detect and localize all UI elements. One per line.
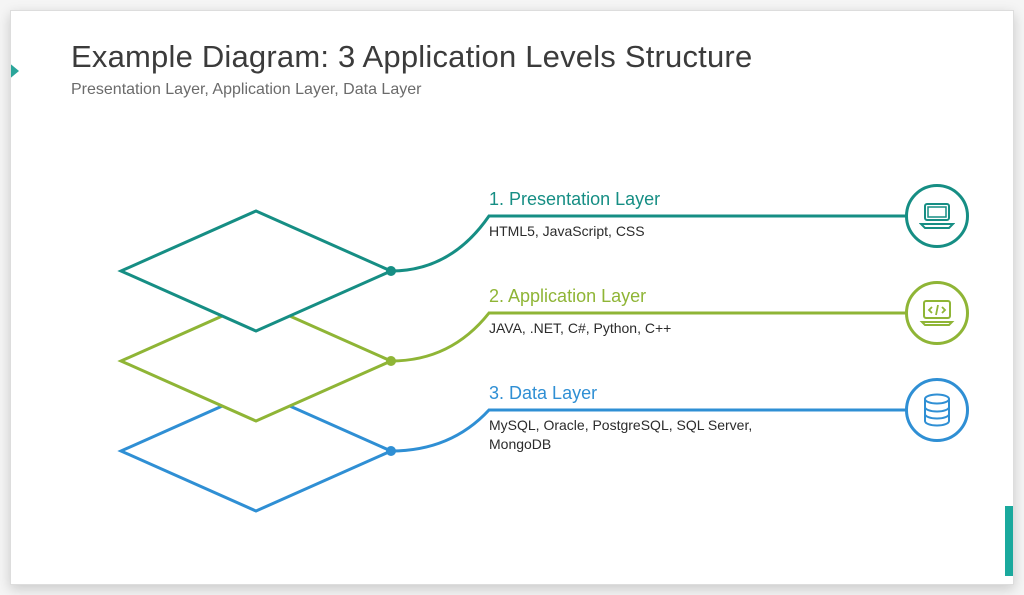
layer-desc: MySQL, Oracle, PostgreSQL, SQL Server, M…	[489, 416, 789, 454]
laptop-icon	[919, 202, 955, 230]
layer-name: Presentation Layer	[509, 189, 660, 209]
database-icon	[921, 393, 953, 427]
layer-entry-data: 3. Data Layer MySQL, Oracle, PostgreSQL,…	[489, 383, 949, 454]
header: Example Diagram: 3 Application Levels St…	[11, 11, 1013, 107]
layer-desc: JAVA, .NET, C#, Python, C++	[489, 319, 789, 338]
layer-number: 1.	[489, 189, 504, 209]
slide-title: Example Diagram: 3 Application Levels St…	[71, 39, 953, 75]
connector-dot-data	[386, 446, 396, 456]
layer-title: 1. Presentation Layer	[489, 189, 949, 210]
slide-subtitle: Presentation Layer, Application Layer, D…	[71, 81, 953, 99]
layer-name: Application Layer	[508, 286, 646, 306]
layer-title: 2. Application Layer	[489, 286, 949, 307]
connector-dot-application	[386, 356, 396, 366]
layer-diamond-data	[121, 391, 391, 511]
connector-dot-presentation	[386, 266, 396, 276]
layer-number: 3.	[489, 383, 504, 403]
slide: Example Diagram: 3 Application Levels St…	[10, 10, 1014, 585]
layer-title: 3. Data Layer	[489, 383, 949, 404]
layer-icon-circle-data	[905, 378, 969, 442]
layer-entry-presentation: 1. Presentation Layer HTML5, JavaScript,…	[489, 189, 949, 241]
layer-desc: HTML5, JavaScript, CSS	[489, 222, 789, 241]
layer-diamond-presentation	[121, 211, 391, 331]
layer-diamond-application	[121, 301, 391, 421]
layer-name: Data Layer	[509, 383, 597, 403]
bottom-right-accent	[1005, 506, 1013, 576]
layer-entry-application: 2. Application Layer JAVA, .NET, C#, Pyt…	[489, 286, 949, 338]
layer-icon-circle-application	[905, 281, 969, 345]
code-laptop-icon	[919, 299, 955, 327]
layer-number: 2.	[489, 286, 504, 306]
layer-icon-circle-presentation	[905, 184, 969, 248]
